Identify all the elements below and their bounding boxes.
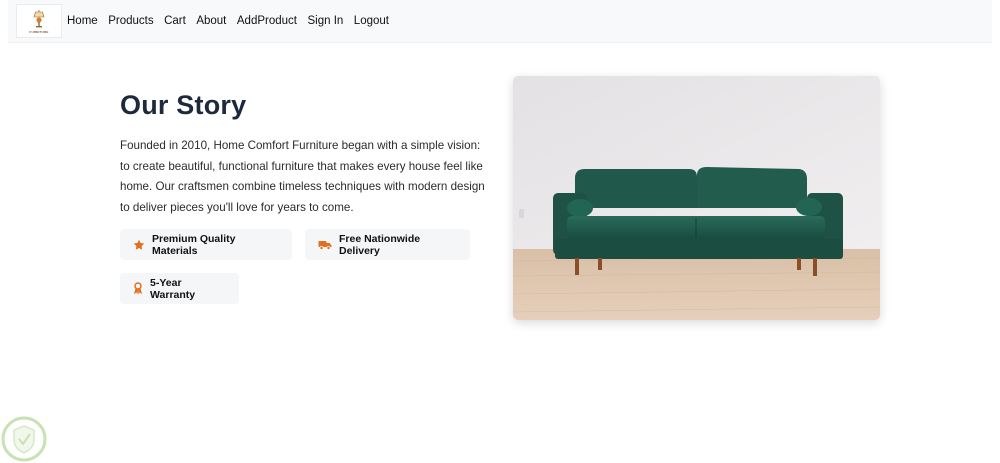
nav-link-addproduct[interactable]: AddProduct [237, 15, 297, 27]
feature-badge-delivery: Free Nationwide Delivery [305, 229, 470, 260]
star-icon [133, 239, 145, 251]
sofa-illustration [513, 76, 880, 320]
award-icon [133, 282, 143, 295]
nav-link-sign-in[interactable]: Sign In [307, 15, 343, 27]
brand-text: FURNITURE [29, 29, 49, 34]
shield-watermark-icon [0, 415, 48, 463]
nav-link-home[interactable]: Home [67, 15, 98, 27]
nav-links: Home Products Cart About AddProduct Sign… [67, 15, 399, 27]
feature-badge-quality: Premium Quality Materials [120, 229, 292, 260]
nav-link-logout[interactable]: Logout [354, 15, 389, 27]
feature-label: Free Nationwide Delivery [339, 232, 421, 257]
feature-label: Premium Quality Materials [152, 232, 236, 257]
truck-icon [318, 239, 332, 251]
brand-logo[interactable]: FURNITURE [16, 4, 62, 38]
feature-label: 5-Year Warranty [150, 276, 196, 301]
nav-link-about[interactable]: About [196, 15, 226, 27]
page-title: Our Story [120, 90, 247, 120]
nav-link-cart[interactable]: Cart [164, 15, 186, 27]
nav-link-products[interactable]: Products [108, 15, 153, 27]
feature-badge-warranty: 5-Year Warranty [120, 273, 239, 304]
sofa-image [513, 76, 880, 320]
lamp-logo-icon [33, 9, 45, 27]
story-paragraph: Founded in 2010, Home Comfort Furniture … [120, 139, 485, 214]
navbar: FURNITURE Home Products Cart About AddPr… [8, 0, 992, 43]
